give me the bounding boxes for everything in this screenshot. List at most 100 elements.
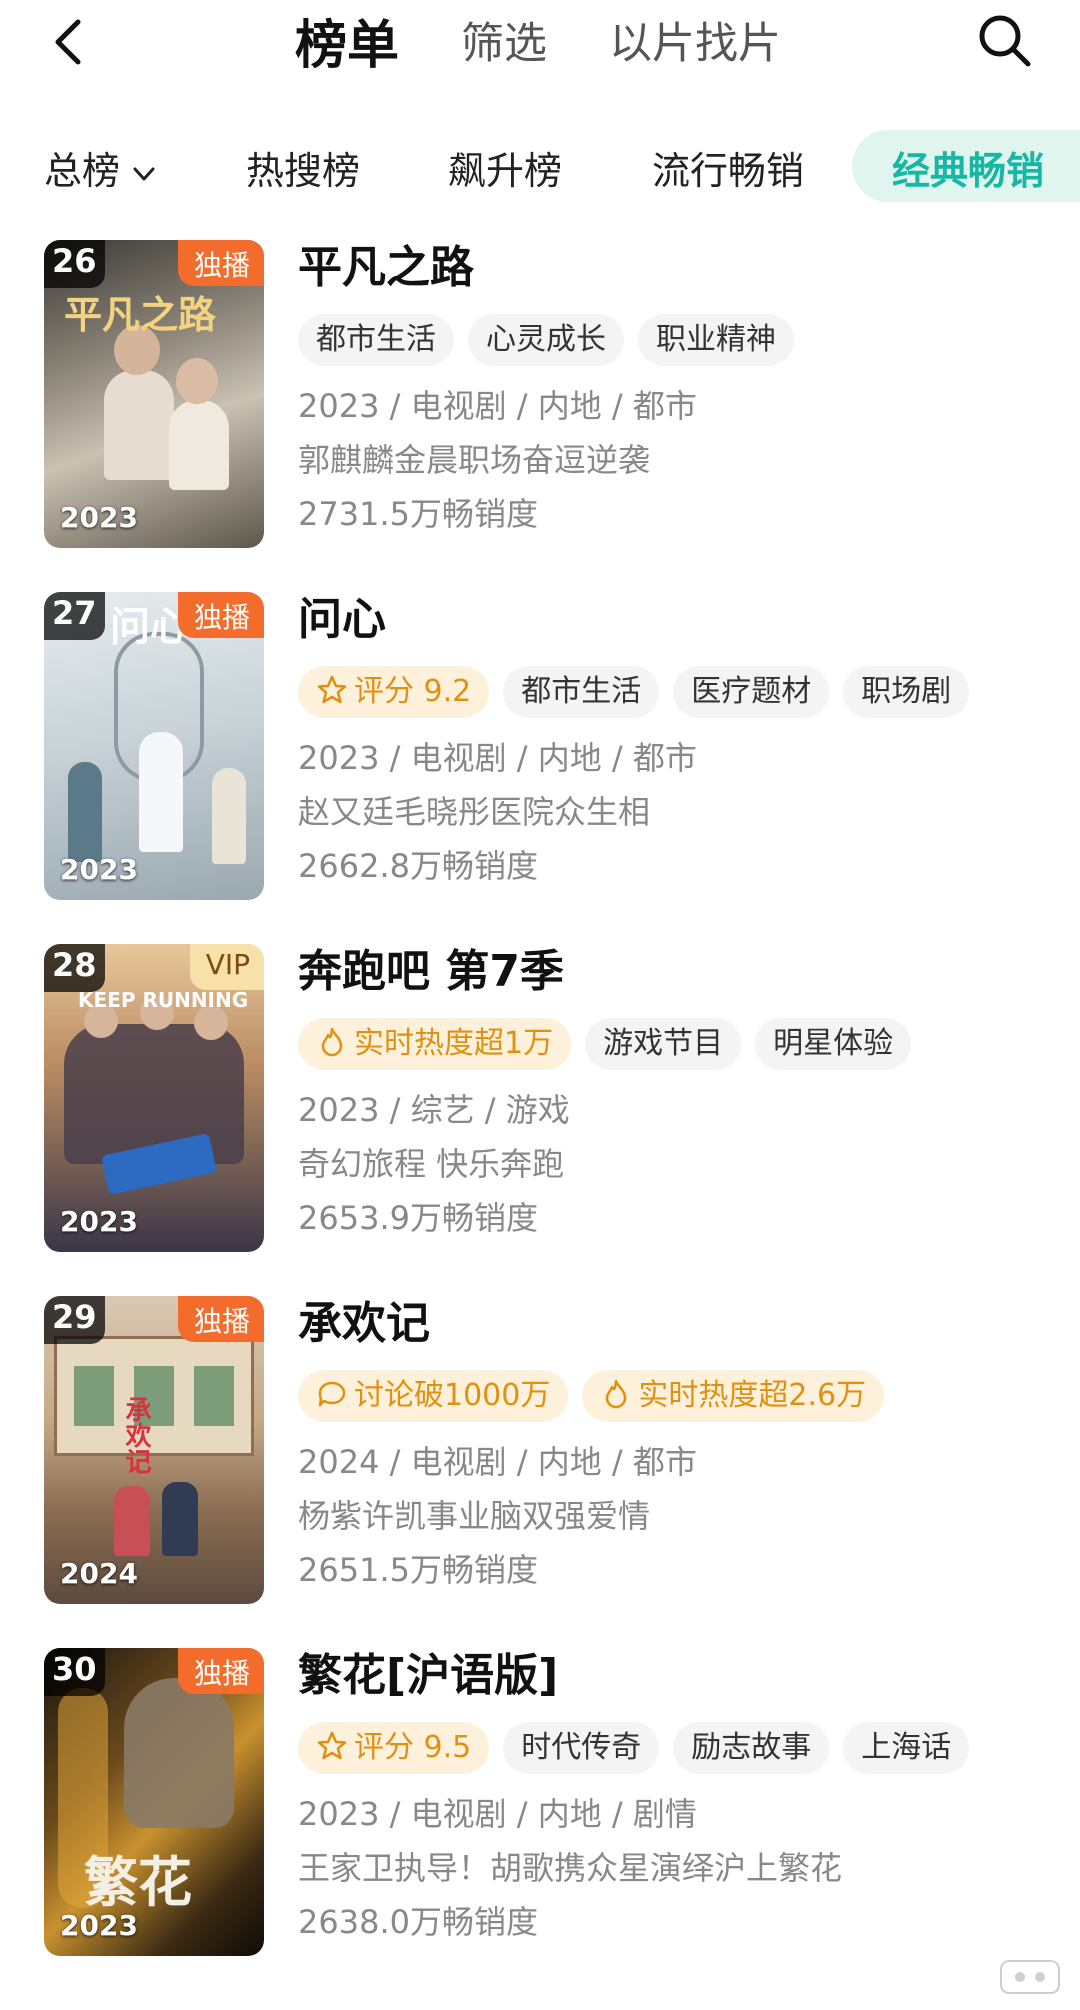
exclusive-badge: 独播 (177, 1648, 264, 1694)
comment-icon (318, 1381, 346, 1407)
poster-year: 2023 (60, 1909, 138, 1942)
rank-badge: 29 (44, 1296, 105, 1344)
list-item[interactable]: KEEP RUNNING 28 VIP 2023 奔跑吧 第7季 实时热度超1万… (0, 944, 1080, 1254)
poster[interactable]: 承欢记 29 独播 2024 (44, 1296, 264, 1604)
category-tab-classic-bestseller[interactable]: 经典畅销 (852, 130, 1080, 202)
list-item[interactable]: 繁花 30 独播 2023 繁花[沪语版] 评分 9.5 时代传奇 励志故事 上… (0, 1648, 1080, 1958)
tab-find-by-film[interactable]: 以片找片 (609, 9, 781, 71)
item-meta: 2024 / 电视剧 / 内地 / 都市 (298, 1443, 697, 1481)
rank-badge: 27 (44, 592, 105, 640)
rating-label: 评分 9.2 (354, 674, 472, 709)
genre-tag[interactable]: 都市生活 (298, 314, 454, 366)
heat-tag[interactable]: 实时热度超2.6万 (582, 1370, 885, 1422)
list-item[interactable]: 平凡之路 26 独播 2023 平凡之路 都市生活 心灵成长 职业精神 2023… (0, 240, 1080, 550)
category-tab-popular-bestseller[interactable]: 流行畅销 (652, 140, 804, 195)
item-meta: 2023 / 电视剧 / 内地 / 都市 (298, 387, 697, 425)
sales-score: 2638.0万畅销度 (298, 1903, 538, 1941)
vip-badge: VIP (189, 944, 264, 990)
item-info: 奔跑吧 第7季 实时热度超1万 游戏节目 明星体验 2023 / 综艺 / 游戏… (298, 944, 1058, 1240)
tag-list: 评分 9.2 都市生活 医疗题材 职场剧 (298, 666, 1058, 718)
top-tabs: 榜单 筛选 以片找片 (295, 4, 843, 76)
category-label: 总榜 (44, 149, 121, 193)
rank-badge: 28 (44, 944, 105, 992)
tag-list: 评分 9.5 时代传奇 励志故事 上海话 (298, 1722, 1058, 1774)
tag-list: 都市生活 心灵成长 职业精神 (298, 314, 1058, 366)
discussion-tag[interactable]: 讨论破1000万 (298, 1370, 569, 1422)
tag-list: 实时热度超1万 游戏节目 明星体验 (298, 1018, 1058, 1070)
item-info: 问心 评分 9.2 都市生活 医疗题材 职场剧 2023 / 电视剧 / 内地 … (298, 592, 1058, 888)
item-meta: 2023 / 综艺 / 游戏 (298, 1091, 570, 1129)
discussion-label: 讨论破1000万 (354, 1378, 551, 1413)
flame-icon (321, 1027, 343, 1057)
heat-label: 实时热度超1万 (354, 1026, 554, 1061)
heat-label: 实时热度超2.6万 (638, 1378, 867, 1413)
poster[interactable]: KEEP RUNNING 28 VIP 2023 (44, 944, 264, 1252)
sales-score: 2653.9万畅销度 (298, 1199, 538, 1237)
genre-tag[interactable]: 医疗题材 (673, 666, 830, 718)
item-title[interactable]: 繁花[沪语版] (298, 1648, 1058, 1704)
poster-title-art: 繁花 (84, 1850, 192, 1914)
list-item[interactable]: 问心 27 独播 2023 问心 评分 9.2 都市生活 医疗题材 职场剧 20… (0, 592, 1080, 902)
tab-filter[interactable]: 筛选 (461, 9, 547, 71)
rank-badge: 30 (44, 1648, 105, 1696)
genre-tag[interactable]: 职场剧 (843, 666, 970, 718)
sales-score: 2731.5万畅销度 (298, 495, 538, 533)
exclusive-badge: 独播 (177, 592, 264, 638)
category-tabs: 总榜 热搜榜 飙升榜 流行畅销 经典畅销 (0, 126, 1080, 206)
tag-list: 讨论破1000万 实时热度超2.6万 (298, 1370, 1058, 1422)
rating-tag[interactable]: 评分 9.2 (298, 666, 490, 718)
top-bar: 榜单 筛选 以片找片 (0, 0, 1080, 120)
item-title[interactable]: 承欢记 (298, 1296, 1058, 1352)
tab-rankings[interactable]: 榜单 (295, 3, 399, 78)
genre-tag[interactable]: 时代传奇 (503, 1722, 660, 1774)
poster[interactable]: 平凡之路 26 独播 2023 (44, 240, 264, 548)
item-title[interactable]: 奔跑吧 第7季 (298, 944, 1058, 1000)
item-meta: 2023 / 电视剧 / 内地 / 剧情 (298, 1795, 697, 1833)
rating-label: 评分 9.5 (354, 1730, 472, 1765)
item-info: 繁花[沪语版] 评分 9.5 时代传奇 励志故事 上海话 2023 / 电视剧 … (298, 1648, 1058, 1944)
genre-tag[interactable]: 心灵成长 (468, 314, 624, 366)
item-description: 赵又廷毛晓彤医院众生相 (298, 793, 651, 831)
exclusive-badge: 独播 (177, 1296, 264, 1342)
poster-title-art: 平凡之路 (64, 292, 217, 337)
genre-tag[interactable]: 职业精神 (638, 314, 794, 366)
genre-tag[interactable]: 上海话 (843, 1722, 970, 1774)
rank-badge: 26 (44, 240, 105, 288)
star-icon (317, 1731, 347, 1760)
poster-title-art: 承欢记 (121, 1396, 151, 1474)
poster-title-art: KEEP RUNNING (78, 988, 249, 1012)
star-icon (317, 675, 347, 704)
poster-year: 2024 (60, 1557, 138, 1590)
sales-score: 2651.5万畅销度 (298, 1551, 538, 1589)
search-icon[interactable] (974, 10, 1036, 72)
category-tab-hot-search[interactable]: 热搜榜 (246, 140, 360, 195)
item-meta: 2023 / 电视剧 / 内地 / 都市 (298, 739, 697, 777)
flame-icon (606, 1379, 627, 1409)
poster-year: 2023 (60, 501, 138, 534)
poster[interactable]: 繁花 30 独播 2023 (44, 1648, 264, 1956)
genre-tag[interactable]: 都市生活 (503, 666, 660, 718)
chevron-down-icon (133, 167, 155, 180)
item-description: 奇幻旅程 快乐奔跑 (298, 1145, 565, 1183)
list-item[interactable]: 承欢记 29 独播 2024 承欢记 讨论破1000万 实时热度超2.6万 20… (0, 1296, 1080, 1606)
rating-tag[interactable]: 评分 9.5 (298, 1722, 490, 1774)
item-info: 承欢记 讨论破1000万 实时热度超2.6万 2024 / 电视剧 / 内地 /… (298, 1296, 1058, 1592)
genre-tag[interactable]: 明星体验 (755, 1018, 912, 1070)
item-title[interactable]: 平凡之路 (298, 240, 1058, 296)
item-description: 杨紫许凯事业脑双强爱情 (298, 1497, 651, 1535)
poster[interactable]: 问心 27 独播 2023 (44, 592, 264, 900)
genre-tag[interactable]: 游戏节目 (585, 1018, 742, 1070)
category-tab-total[interactable]: 总榜 (44, 140, 158, 195)
item-description: 郭麒麟金晨职场奋逗逆袭 (298, 441, 651, 479)
poster-year: 2023 (60, 853, 138, 886)
genre-tag[interactable]: 励志故事 (673, 1722, 830, 1774)
heat-tag[interactable]: 实时热度超1万 (298, 1018, 572, 1070)
poster-year: 2023 (60, 1205, 138, 1238)
exclusive-badge: 独播 (177, 240, 264, 286)
sales-score: 2662.8万畅销度 (298, 847, 538, 885)
watermark-icon (1000, 1960, 1060, 1994)
back-arrow-icon[interactable] (40, 12, 100, 72)
category-tab-rising[interactable]: 飙升榜 (448, 140, 562, 195)
item-title[interactable]: 问心 (298, 592, 1058, 648)
item-info: 平凡之路 都市生活 心灵成长 职业精神 2023 / 电视剧 / 内地 / 都市… (298, 240, 1058, 536)
